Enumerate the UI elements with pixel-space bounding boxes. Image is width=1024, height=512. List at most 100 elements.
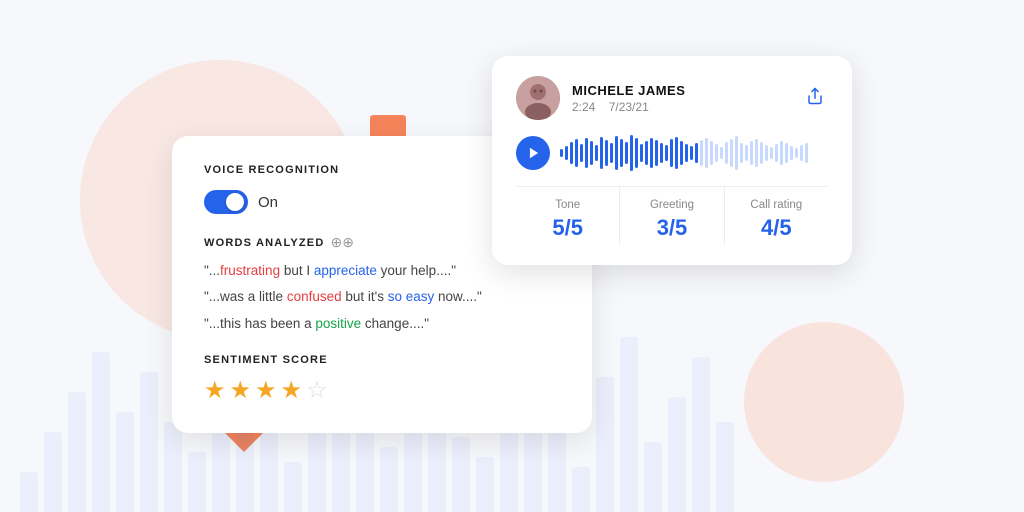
waveform	[560, 136, 828, 170]
bg-bar	[20, 472, 38, 512]
waveform-bar	[595, 145, 598, 161]
voice-toggle[interactable]	[204, 190, 248, 214]
quote1-open: "...	[204, 263, 220, 278]
quote2-open: "...was a little	[204, 289, 287, 304]
audio-name: MICHELE JAMES	[572, 83, 790, 98]
sentiment-section: SENTIMENT SCORE ★ ★ ★ ★ ☆	[204, 354, 560, 405]
bg-bar	[572, 467, 590, 512]
waveform-bar	[775, 144, 778, 162]
waveform-bar	[670, 139, 673, 167]
quote3-open: "...this has been a	[204, 316, 315, 331]
toggle-label: On	[258, 194, 278, 211]
quote2-word2: so easy	[388, 289, 435, 304]
quote1-mid: but I	[280, 263, 314, 278]
waveform-bar	[645, 141, 648, 165]
quote1-word2: appreciate	[314, 263, 377, 278]
quote1-word1: frustrating	[220, 263, 280, 278]
cards-container: VOICE RECOGNITION On WORDS ANALYZED ⊕⊕ "…	[172, 56, 852, 456]
waveform-bar	[690, 146, 693, 160]
waveform-bar	[720, 147, 723, 159]
quote2-mid: but it's	[342, 289, 388, 304]
avatar	[516, 76, 560, 120]
waveform-bar	[680, 141, 683, 165]
quote-line-3: "...this has been a positive change...."	[204, 314, 560, 334]
quote-line-2: "...was a little confused but it's so ea…	[204, 287, 560, 307]
greeting-value: 3/5	[628, 215, 715, 241]
waveform-bar	[760, 142, 763, 164]
words-icon: ⊕⊕	[331, 234, 354, 251]
waveform-bar	[790, 146, 793, 160]
waveform-bar	[730, 139, 733, 167]
waveform-bar	[620, 139, 623, 167]
waveform-bar	[715, 144, 718, 162]
waveform-bar	[615, 136, 618, 170]
waveform-bar	[610, 143, 613, 163]
call-rating-label: Call rating	[733, 199, 820, 211]
waveform-bar	[725, 142, 728, 164]
waveform-bar	[695, 143, 698, 163]
audio-meta: 2:24 7/23/21	[572, 100, 790, 114]
waveform-bar	[750, 141, 753, 165]
waveform-bar	[600, 137, 603, 169]
bg-bar	[68, 392, 86, 512]
star-2: ★	[230, 376, 252, 405]
waveform-bar	[780, 141, 783, 165]
greeting-label: Greeting	[628, 199, 715, 211]
waveform-bar	[675, 137, 678, 169]
metric-greeting: Greeting 3/5	[620, 187, 724, 245]
waveform-bar	[740, 143, 743, 163]
play-button[interactable]	[516, 136, 550, 170]
waveform-bar	[655, 140, 658, 166]
waveform-bar	[665, 145, 668, 161]
metrics-row: Tone 5/5 Greeting 3/5 Call rating 4/5	[516, 186, 828, 245]
share-button[interactable]	[802, 83, 828, 114]
waveform-bar	[590, 141, 593, 165]
bg-bar	[92, 352, 110, 512]
waveform-bar	[660, 143, 663, 163]
waveform-bar	[700, 140, 703, 166]
words-analyzed-title: WORDS ANALYZED	[204, 237, 325, 249]
bg-bar	[188, 452, 206, 512]
waveform-bar	[745, 145, 748, 161]
waveform-bar	[705, 138, 708, 168]
waveform-bar	[580, 144, 583, 162]
waveform-bar	[755, 139, 758, 167]
star-4: ★	[281, 376, 303, 405]
waveform-bar	[710, 141, 713, 165]
quote2-word1: confused	[287, 289, 342, 304]
tone-label: Tone	[524, 199, 611, 211]
waveform-bar	[585, 138, 588, 168]
sentiment-title: SENTIMENT SCORE	[204, 354, 560, 366]
audio-player-card: MICHELE JAMES 2:24 7/23/21	[492, 56, 852, 265]
metric-call-rating: Call rating 4/5	[725, 187, 828, 245]
quote1-close: your help...."	[377, 263, 456, 278]
waveform-bar	[785, 143, 788, 163]
bg-bar	[44, 432, 62, 512]
star-5-empty: ☆	[306, 376, 328, 405]
quote3-word1: positive	[315, 316, 361, 331]
quote3-close: change...."	[361, 316, 429, 331]
star-1: ★	[204, 376, 226, 405]
waveform-bar	[560, 149, 563, 157]
tone-value: 5/5	[524, 215, 611, 241]
waveform-bar	[635, 138, 638, 168]
waveform-bar	[650, 138, 653, 168]
audio-date: 7/23/21	[609, 100, 649, 114]
star-3: ★	[255, 376, 277, 405]
bg-bar	[140, 372, 158, 512]
bg-bar	[284, 462, 302, 512]
waveform-bar	[685, 144, 688, 162]
waveform-row	[516, 136, 828, 170]
waveform-bar	[570, 142, 573, 164]
waveform-bar	[605, 140, 608, 166]
bg-bar	[116, 412, 134, 512]
waveform-bar	[805, 143, 808, 163]
waveform-bar	[625, 142, 628, 164]
waveform-bar	[770, 147, 773, 159]
bg-bar	[380, 447, 398, 512]
bg-bar	[476, 457, 494, 512]
waveform-bar	[575, 139, 578, 167]
waveform-bar	[565, 146, 568, 160]
waveform-bar	[630, 135, 633, 171]
waveform-bar	[640, 144, 643, 162]
